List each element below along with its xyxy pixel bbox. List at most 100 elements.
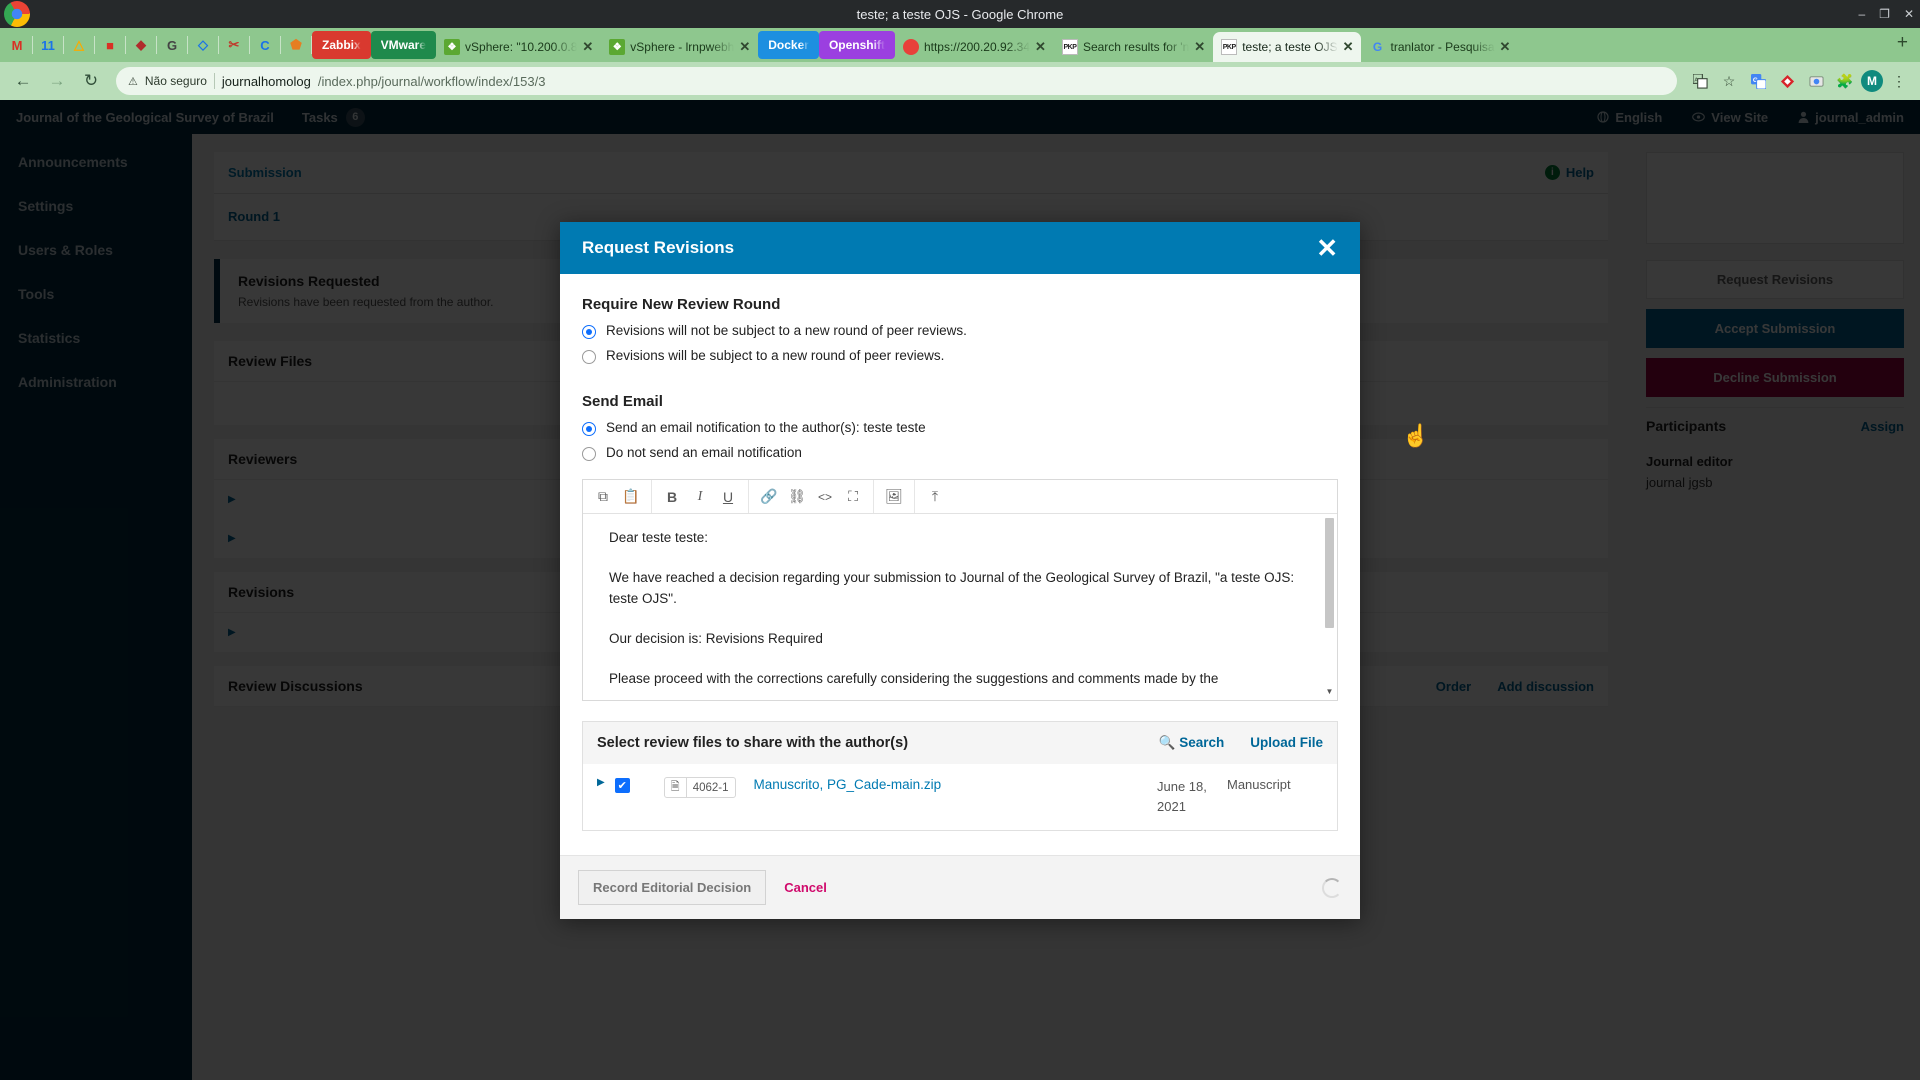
unlink-icon[interactable]: ⛓ — [783, 484, 811, 510]
clock-icon[interactable]: C — [250, 28, 280, 62]
email-body-textarea[interactable]: Dear teste teste: We have reached a decis… — [583, 514, 1337, 700]
upload-icon[interactable]: ⤒ — [921, 484, 949, 510]
close-icon[interactable]: ✕ — [1316, 235, 1338, 261]
tab-close-icon[interactable]: ✕ — [1035, 39, 1046, 55]
browser-tab[interactable]: ❖ vSphere: "10.200.0.8 ✕ — [436, 32, 601, 62]
file-checkbox[interactable]: ✔ — [614, 778, 630, 793]
downloads-icon[interactable] — [1803, 68, 1829, 94]
link-icon[interactable]: 🔗 — [755, 484, 783, 510]
browser-tab[interactable]: ❖ vSphere - lrnpwebh ✕ — [601, 32, 758, 62]
modal-title: Request Revisions — [582, 238, 735, 257]
tab-close-icon[interactable]: ✕ — [1343, 39, 1354, 55]
drive-icon[interactable]: △ — [64, 28, 94, 62]
new-tab-button[interactable]: + — [1887, 32, 1918, 58]
underline-icon[interactable]: U — [714, 484, 742, 510]
calendar-icon[interactable]: 11 — [33, 28, 63, 62]
tab-close-icon[interactable]: ✕ — [739, 39, 750, 55]
email-editor: ⧉ 📋 B I U 🔗 ⛓ <> ⛶ 🖼 ⤒ Dear teste teste: We have re… — [582, 479, 1338, 701]
scissors-icon[interactable]: ✂ — [219, 28, 249, 62]
record-editorial-decision-button[interactable]: Record Editorial Decision — [578, 870, 767, 906]
section-title-send-email: Send Email — [582, 393, 663, 410]
toolbar-group: 🔗 ⛓ <> ⛶ — [749, 480, 874, 513]
scroll-down-icon[interactable]: ▼ — [1325, 687, 1334, 696]
chrome-logo-icon — [4, 1, 30, 27]
review-round-option[interactable]: Revisions will not be subject to a new r… — [582, 323, 1338, 339]
not-secure-icon: ⚠ — [128, 75, 138, 88]
browser-tab[interactable]: VMware — [370, 31, 437, 59]
redmine-icon[interactable]: ◆ — [126, 28, 156, 62]
tab-close-icon[interactable]: ✕ — [1500, 39, 1511, 55]
loading-spinner-icon — [1322, 877, 1342, 898]
minimize-button[interactable]: – — [1858, 7, 1865, 21]
gtranslate-icon[interactable]: G — [1745, 68, 1771, 94]
send-email-option[interactable]: Send an email notification to the author… — [582, 420, 1338, 436]
url-divider — [213, 73, 215, 89]
favicon-pkp-icon: PKP — [1061, 39, 1078, 55]
italic-icon[interactable]: I — [686, 484, 714, 510]
review-round-option[interactable]: Revisions will be subject to a new round… — [582, 348, 1338, 364]
email-paragraph: Dear teste teste: — [609, 530, 709, 545]
table-row[interactable]: ▶ ✔ 🗎 4062-1 Manuscrito, PG_Cade-main.zip Jun… — [583, 764, 1337, 830]
gmail-icon[interactable]: M — [2, 28, 32, 62]
reload-button[interactable]: ↻ — [76, 66, 106, 96]
upload-file-button[interactable]: Upload File — [1250, 735, 1323, 751]
translate-icon[interactable]: A — [1687, 68, 1713, 94]
scrollbar-thumb[interactable] — [1325, 518, 1334, 628]
radio-button[interactable] — [582, 350, 596, 364]
back-button[interactable]: ← — [8, 66, 38, 96]
tab-close-icon[interactable]: ✕ — [582, 39, 593, 55]
file-date: June 18, 2021 — [1157, 779, 1207, 815]
expander-icon[interactable]: ▶ — [597, 777, 605, 788]
bookmark-star-icon[interactable]: ☆ — [1716, 68, 1742, 94]
code-icon[interactable]: <> — [811, 484, 839, 510]
photos-icon[interactable]: ■ — [95, 28, 125, 62]
image-icon[interactable]: 🖼 — [880, 484, 908, 510]
tab-label: vSphere - lrnpwebh — [630, 40, 735, 54]
file-name-link[interactable]: Manuscrito, PG_Cade-main.zip — [754, 777, 942, 792]
copy-icon[interactable]: ⧉ — [589, 484, 617, 510]
search-icon: 🔍 — [1158, 735, 1176, 750]
redmine-icon[interactable] — [1774, 68, 1800, 94]
browser-tab[interactable]: PKP teste; a teste OJS ✕ — [1213, 32, 1362, 62]
section-title-review-round: Require New Review Round — [582, 296, 781, 313]
search-button[interactable]: 🔍 Search — [1159, 735, 1225, 751]
tab-close-icon[interactable]: ✕ — [1194, 39, 1205, 55]
forward-button[interactable]: → — [42, 66, 72, 96]
fullscreen-icon[interactable]: ⛶ — [839, 484, 867, 510]
extensions-icon[interactable]: 🧩 — [1832, 68, 1858, 94]
editor-scrollbar[interactable]: ▼ — [1325, 518, 1334, 696]
close-window-button[interactable]: ✕ — [1904, 7, 1914, 21]
cube-icon[interactable]: ⬟ — [281, 28, 311, 62]
files-actions: 🔍 Search Upload File — [1159, 735, 1323, 751]
tab-label: VMware — [380, 38, 427, 52]
favicon-g-icon: G — [1372, 40, 1383, 54]
browser-tab[interactable]: PKP Search results for 'n ✕ — [1054, 32, 1213, 62]
email-paragraph: Our decision is: Revisions Required — [609, 630, 823, 646]
paste-icon[interactable]: 📋 — [617, 484, 645, 510]
browser-tab[interactable]: Gtranlator - Pesquisa ✕ — [1361, 32, 1518, 62]
radio-button[interactable] — [582, 422, 596, 436]
google-icon[interactable]: G — [157, 28, 187, 62]
browser-tab[interactable]: Zabbix — [312, 31, 371, 59]
radio-button[interactable] — [582, 447, 596, 461]
radio-label: Do not send an email notification — [606, 445, 802, 460]
tab-label: Docker — [768, 38, 809, 52]
files-title: Select review files to share with the au… — [597, 735, 909, 751]
profile-avatar[interactable]: M — [1861, 70, 1883, 92]
maximize-button[interactable]: ❐ — [1879, 7, 1890, 21]
send-email-option[interactable]: Do not send an email notification — [582, 445, 1338, 461]
bold-icon[interactable]: B — [658, 484, 686, 510]
cancel-button[interactable]: Cancel — [784, 880, 827, 895]
files-header: Select review files to share with the au… — [583, 722, 1337, 764]
window-title: teste; a teste OJS - Google Chrome — [856, 6, 1064, 22]
browser-tab[interactable]: Openshift — [818, 31, 895, 59]
address-bar[interactable]: ⚠ Não seguro journalhomolog/index.php/jo… — [116, 67, 1677, 95]
browser-tab[interactable]: https://200.20.92.34 ✕ — [895, 32, 1054, 62]
send-email-radio-group: Send an email notification to the author… — [582, 420, 1338, 461]
radio-button[interactable] — [582, 325, 596, 339]
diamond-icon[interactable]: ◇ — [188, 28, 218, 62]
chrome-menu-icon[interactable]: ⋮ — [1886, 68, 1912, 94]
editor-toolbar: ⧉ 📋 B I U 🔗 ⛓ <> ⛶ 🖼 ⤒ — [583, 480, 1337, 514]
browser-tab[interactable]: Docker — [758, 31, 819, 59]
radio-label: Revisions will be subject to a new round… — [606, 348, 945, 363]
